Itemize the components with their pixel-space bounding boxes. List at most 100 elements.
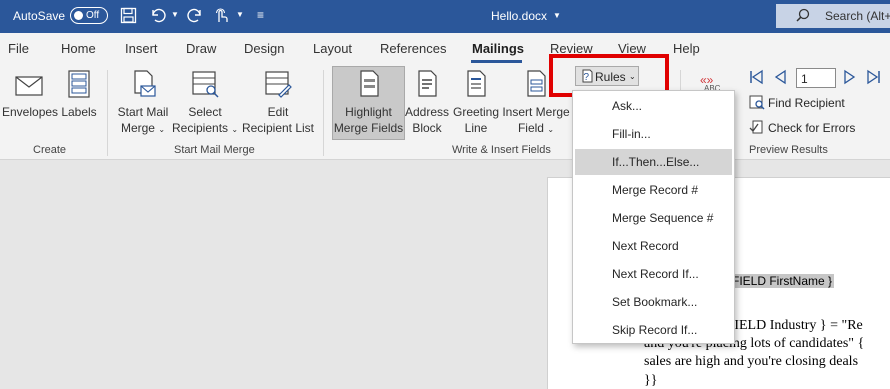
menu-item-label: Skip Record If...: [612, 323, 698, 337]
create-group-label: Create: [33, 144, 67, 156]
address-block-line2: Block: [412, 121, 442, 135]
search-placeholder: Search (Alt+: [825, 9, 890, 23]
select-recipients-button[interactable]: Select Recipients ⌄: [172, 69, 238, 138]
chevron-down-icon: ⌄: [547, 125, 555, 134]
previous-record-icon[interactable]: [773, 69, 787, 88]
greeting-line-line1: Greeting: [452, 105, 500, 119]
group-separator: [107, 70, 108, 156]
select-recipients-line1: Select: [188, 105, 222, 119]
customize-toolbar-icon[interactable]: ≡: [257, 7, 264, 24]
menu-item-fill-in[interactable]: Fill-in...: [575, 121, 732, 147]
menu-item-ask[interactable]: Ask...: [575, 93, 732, 119]
envelopes-button[interactable]: Envelopes: [2, 72, 58, 120]
menu-item-merge-record[interactable]: Merge Record #: [575, 177, 732, 203]
start-mail-merge-line2: Merge: [120, 121, 155, 135]
menu-item-label: If...Then...Else...: [612, 155, 700, 169]
tab-file[interactable]: File: [8, 41, 29, 56]
tab-mailings[interactable]: Mailings: [472, 41, 524, 56]
find-recipient-label: Find Recipient: [768, 96, 845, 110]
labels-icon: [61, 69, 97, 104]
toggle-state: Off: [86, 10, 100, 21]
first-record-icon[interactable]: [748, 69, 764, 88]
preview-results-group-label: Preview Results: [749, 144, 828, 156]
address-block-icon: [404, 69, 450, 104]
search-box[interactable]: Search (Alt+: [776, 4, 890, 28]
select-recipients-icon: [172, 69, 238, 104]
menu-item-set-bookmark[interactable]: Set Bookmark...: [575, 289, 732, 315]
doc-line-closing-braces: }}: [644, 373, 658, 388]
redo-icon[interactable]: [187, 7, 204, 28]
chevron-down-icon: ⌄: [158, 125, 166, 134]
highlight-merge-fields-icon: [333, 69, 404, 104]
search-icon: [796, 8, 810, 25]
next-record-icon[interactable]: [843, 69, 857, 88]
doc-line-sales: sales are high and you're closing deals: [644, 354, 859, 369]
menu-item-label: Merge Sequence #: [612, 211, 714, 225]
tab-insert[interactable]: Insert: [125, 41, 158, 56]
active-tab-indicator: [471, 60, 522, 63]
menu-item-label: Next Record: [612, 239, 679, 253]
find-recipient-icon: [749, 95, 765, 113]
greeting-line-line2: Line: [464, 121, 488, 135]
record-number-input[interactable]: 1: [796, 68, 836, 88]
labels-button[interactable]: Labels: [61, 69, 97, 120]
record-number-value: 1: [801, 72, 808, 86]
undo-icon[interactable]: [149, 7, 166, 28]
insert-merge-field-line2: Field: [517, 121, 544, 135]
tab-draw[interactable]: Draw: [186, 41, 216, 56]
edit-recipient-list-line2: Recipient List: [241, 121, 315, 135]
start-mail-merge-icon: [113, 69, 173, 104]
menu-item-label: Merge Record #: [612, 183, 699, 197]
menu-item-skip-record-if[interactable]: Skip Record If...: [575, 317, 732, 343]
edit-recipient-list-button[interactable]: Edit Recipient List: [241, 69, 315, 136]
save-icon[interactable]: [120, 7, 137, 28]
tab-help[interactable]: Help: [673, 41, 700, 56]
labels-label: Labels: [61, 105, 97, 119]
group-separator: [323, 70, 324, 156]
envelope-icon: [2, 72, 56, 104]
tab-design[interactable]: Design: [244, 41, 284, 56]
autosave-toggle[interactable]: Off: [70, 7, 108, 24]
start-mail-merge-button[interactable]: Start Mail Merge ⌄: [113, 69, 173, 138]
highlight-merge-fields-line1: Highlight: [345, 105, 392, 119]
menu-item-next-record-if[interactable]: Next Record If...: [575, 261, 732, 287]
start-mail-merge-line1: Start Mail: [117, 105, 169, 119]
tab-references[interactable]: References: [380, 41, 446, 56]
address-block-button[interactable]: Address Block: [404, 69, 450, 136]
highlight-merge-fields-line2: Merge Fields: [333, 121, 404, 135]
title-bar: AutoSave Off ▼ ▼ ≡ Hello.docx ▼ Search (…: [0, 0, 890, 33]
edit-recipient-list-line1: Edit: [267, 105, 289, 119]
menu-item-label: Ask...: [612, 99, 643, 113]
ribbon: Envelopes Labels Create Start Mail Merge…: [0, 64, 890, 160]
menu-item-next-record[interactable]: Next Record: [575, 233, 732, 259]
last-record-icon[interactable]: [866, 69, 882, 88]
select-recipients-line2: Recipients: [172, 121, 229, 135]
address-block-line1: Address: [404, 105, 450, 119]
menu-item-if-then-else[interactable]: If...Then...Else...: [575, 149, 732, 175]
undo-dropdown-icon[interactable]: ▼: [171, 10, 179, 19]
write-insert-group-label: Write & Insert Fields: [452, 144, 551, 156]
menu-item-label: Next Record If...: [612, 267, 699, 281]
doc-line-industry: EFIELD Industry } = "Re: [718, 318, 863, 333]
toggle-knob: [74, 11, 83, 20]
doc-field-firstname: FIELD FirstName }: [730, 274, 835, 288]
rules-dropdown-menu: Ask... Fill-in... If...Then...Else... Me…: [572, 90, 735, 344]
start-mail-merge-group-label: Start Mail Merge: [174, 144, 255, 156]
tab-layout[interactable]: Layout: [313, 41, 352, 56]
title-dropdown-icon[interactable]: ▼: [553, 11, 561, 20]
greeting-line-button[interactable]: Greeting Line: [451, 69, 501, 136]
check-errors-icon: [749, 119, 765, 138]
menu-item-label: Fill-in...: [612, 127, 651, 141]
menu-item-merge-sequence[interactable]: Merge Sequence #: [575, 205, 732, 231]
highlight-merge-fields-button[interactable]: Highlight Merge Fields: [333, 69, 404, 136]
menu-item-label: Set Bookmark...: [612, 295, 698, 309]
document-title[interactable]: Hello.docx: [491, 9, 547, 23]
touch-dropdown-icon[interactable]: ▼: [236, 10, 244, 19]
autosave-label: AutoSave: [13, 9, 66, 23]
chevron-down-icon: ⌄: [231, 125, 239, 134]
insert-merge-field-line1: Insert Merge: [502, 105, 570, 119]
tab-home[interactable]: Home: [61, 41, 96, 56]
touch-mode-icon[interactable]: [213, 7, 229, 28]
edit-recipient-list-icon: [241, 69, 315, 104]
ribbon-tabs: File Home Insert Draw Design Layout Refe…: [0, 33, 890, 64]
